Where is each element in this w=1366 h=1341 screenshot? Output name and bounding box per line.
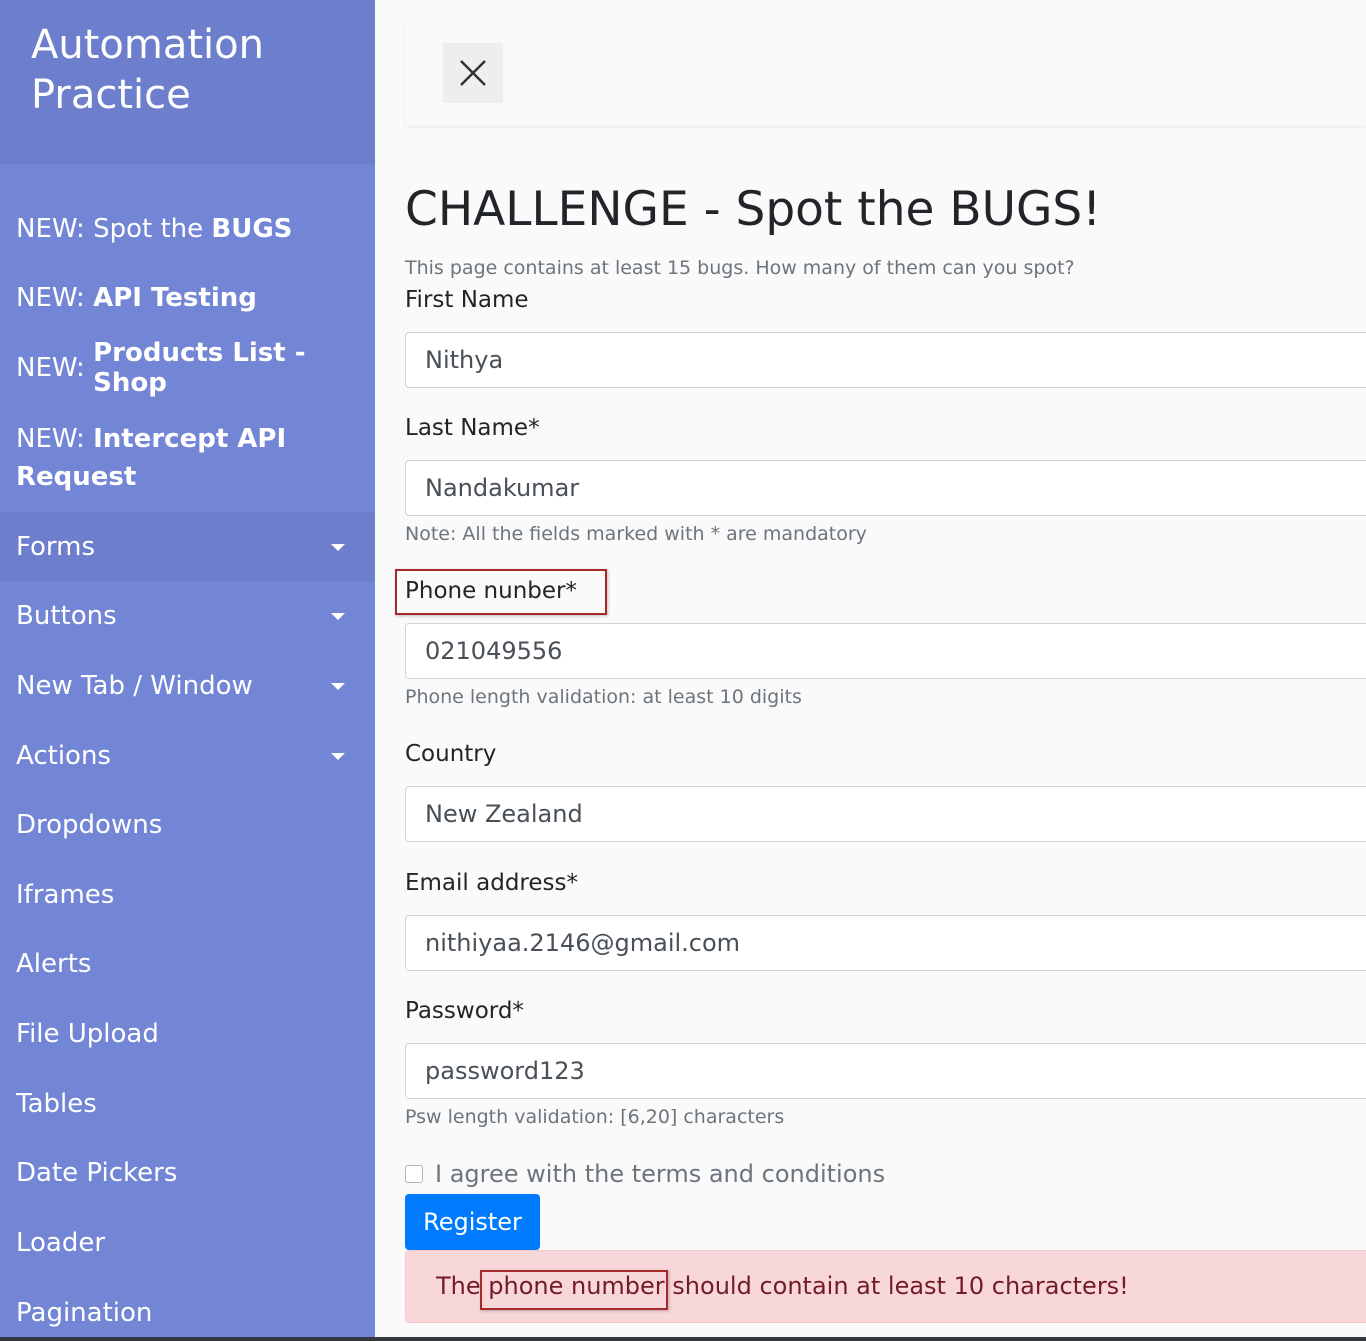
- sidebar-item-bold: Intercept API: [93, 424, 287, 454]
- sidebar-item-prefix: NEW:: [16, 353, 94, 383]
- sidebar-item-new-tab-window[interactable]: New Tab / Window: [0, 651, 375, 720]
- last-name-label: Last Name*: [405, 415, 540, 441]
- error-alert: The phone number should contain at least…: [405, 1250, 1366, 1323]
- sidebar-item-prefix: NEW:: [16, 424, 94, 454]
- page-subtitle: This page contains at least 15 bugs. How…: [405, 257, 1075, 279]
- password-label: Password*: [405, 998, 524, 1024]
- sidebar-item-file-upload[interactable]: File Upload: [0, 999, 375, 1068]
- sidebar-item-bold: BUGS: [211, 214, 293, 244]
- sidebar-item-intercept-api[interactable]: NEW: Intercept API Request: [0, 418, 375, 498]
- sidebar-item-label: Pagination: [16, 1297, 153, 1328]
- sidebar-item-api-testing[interactable]: NEW: API Testing: [0, 273, 375, 323]
- sidebar-header: Automation Practice: [0, 0, 375, 164]
- sidebar-item-tables[interactable]: Tables: [0, 1069, 375, 1138]
- brand-line1: Automation: [31, 22, 264, 68]
- sidebar-item-dropdowns[interactable]: Dropdowns: [0, 790, 375, 859]
- sidebar-item-products-shop[interactable]: NEW: Products List - Shop: [0, 338, 375, 398]
- sidebar-item-loader[interactable]: Loader: [0, 1208, 375, 1277]
- sidebar-item-bold: Products List - Shop: [93, 338, 306, 398]
- sidebar-item-pagination[interactable]: Pagination: [0, 1278, 375, 1341]
- sidebar-item-bold: Request: [16, 462, 137, 492]
- sidebar-item-forms[interactable]: Forms: [0, 512, 375, 581]
- mandatory-note: Note: All the fields marked with * are m…: [405, 523, 867, 545]
- alert-suffix: should contain at least 10 characters!: [664, 1272, 1129, 1300]
- sidebar-toggle-button[interactable]: [443, 43, 503, 103]
- country-select[interactable]: New Zealand: [405, 786, 1366, 842]
- sidebar-item-label: File Upload: [16, 1018, 159, 1049]
- close-icon: [460, 60, 486, 86]
- caret-down-icon: [331, 682, 345, 690]
- sidebar-item-actions[interactable]: Actions: [0, 721, 375, 790]
- caret-down-icon: [331, 543, 345, 551]
- phone-label-bug-highlight: [395, 569, 607, 615]
- sidebar-item-buttons[interactable]: Buttons: [0, 581, 375, 650]
- brand-line2: Practice: [31, 72, 191, 118]
- sidebar-item-label: Alerts: [16, 948, 92, 979]
- sidebar-item-label: Forms: [16, 531, 96, 562]
- password-hint: Psw length validation: [6,20] characters: [405, 1106, 785, 1128]
- window-bottom-border: [0, 1337, 1366, 1341]
- sidebar-item-date-pickers[interactable]: Date Pickers: [0, 1138, 375, 1207]
- terms-checkbox[interactable]: [405, 1165, 423, 1183]
- sidebar-item-label: Buttons: [16, 600, 117, 631]
- page-title: CHALLENGE - Spot the BUGS!: [405, 182, 1102, 237]
- phone-hint: Phone length validation: at least 10 dig…: [405, 686, 802, 708]
- sidebar-item-label: Tables: [16, 1088, 97, 1119]
- caret-down-icon: [331, 752, 345, 760]
- sidebar-item-prefix: NEW: Spot the: [16, 214, 212, 244]
- sidebar-item-prefix: NEW:: [16, 283, 94, 313]
- sidebar: Automation Practice NEW: Spot the BUGS N…: [0, 0, 375, 1341]
- register-button[interactable]: Register: [405, 1194, 540, 1250]
- password-field[interactable]: password123: [405, 1043, 1366, 1099]
- sidebar-item-label: New Tab / Window: [16, 670, 253, 701]
- first-name-label: First Name: [405, 287, 529, 313]
- email-label: Email address*: [405, 870, 578, 896]
- sidebar-item-label: Date Pickers: [16, 1157, 178, 1188]
- phone-field[interactable]: 021049556: [405, 623, 1366, 679]
- sidebar-item-alerts[interactable]: Alerts: [0, 929, 375, 998]
- sidebar-item-label: Loader: [16, 1227, 106, 1258]
- sidebar-item-bold: API Testing: [93, 283, 257, 313]
- sidebar-item-spot-bugs[interactable]: NEW: Spot the BUGS: [0, 204, 375, 254]
- email-field[interactable]: nithiyaa.2146@gmail.com: [405, 915, 1366, 971]
- country-label: Country: [405, 741, 497, 767]
- alert-bug-highlight: [480, 1270, 668, 1310]
- sidebar-item-label: Iframes: [16, 879, 115, 910]
- sidebar-item-iframes[interactable]: Iframes: [0, 860, 375, 929]
- last-name-field[interactable]: Nandakumar: [405, 460, 1366, 516]
- sidebar-item-label: Dropdowns: [16, 809, 163, 840]
- terms-label: I agree with the terms and conditions: [435, 1160, 886, 1188]
- first-name-field[interactable]: Nithya: [405, 332, 1366, 388]
- top-navbar: [405, 20, 1366, 126]
- caret-down-icon: [331, 612, 345, 620]
- sidebar-item-label: Actions: [16, 740, 111, 771]
